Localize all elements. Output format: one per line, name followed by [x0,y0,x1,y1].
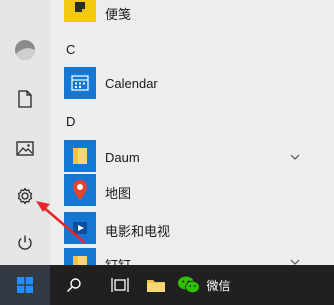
app-item-label: 电影和电视 [105,224,171,239]
app-list: 便笺 C Calendar D Daum 地图 电影和电视 [50,0,334,265]
app-item-label: 便笺 [105,7,132,22]
power-icon [18,235,32,250]
movies-tv-icon [64,212,96,244]
calendar-icon [64,67,96,99]
user-account-button[interactable] [0,28,50,72]
file-explorer-button[interactable] [140,265,172,305]
app-item-sticky-notes[interactable]: 便笺 [50,0,334,24]
search-icon [66,278,81,293]
app-item-movies-tv[interactable]: 电影和电视 [50,212,334,246]
windows-logo-icon [17,277,33,293]
app-item-calendar[interactable]: Calendar [50,66,334,102]
wechat-taskbar-label: 微信 [206,278,231,293]
app-item-maps[interactable]: 地图 [50,174,334,208]
user-avatar [15,40,35,60]
chevron-down-icon[interactable] [290,258,300,265]
pictures-icon [16,140,34,156]
power-button[interactable] [0,221,50,265]
taskbar: 微信 [0,265,334,305]
section-header-d[interactable]: D [66,114,75,129]
pictures-button[interactable] [0,126,50,170]
file-explorer-icon [147,280,165,292]
maps-pin-icon [64,174,96,206]
documents-icon [18,90,32,108]
search-button[interactable] [58,265,90,305]
chevron-down-icon[interactable] [290,153,300,161]
start-menu: 便笺 C Calendar D Daum 地图 电影和电视 [0,0,334,265]
wechat-taskbar-button[interactable]: 微信 [174,265,234,305]
settings-button[interactable] [0,174,50,218]
task-view-icon [111,278,129,292]
sticky-notes-icon [64,0,96,22]
app-item-daum[interactable]: Daum [50,140,334,174]
folder-icon [64,140,96,172]
app-item-label: 地图 [105,186,132,201]
folder-icon [64,248,96,265]
app-item-label: Daum [105,150,140,165]
wechat-icon [178,276,201,294]
start-button[interactable] [0,265,50,305]
app-item-label: Calendar [105,76,158,91]
section-header-c[interactable]: C [66,42,75,57]
settings-icon [17,187,33,205]
start-left-rail [0,0,50,265]
app-item-dingtalk[interactable]: 钉钉 [50,248,334,265]
app-item-label: 钉钉 [105,255,131,265]
documents-button[interactable] [0,77,50,121]
task-view-button[interactable] [104,265,136,305]
